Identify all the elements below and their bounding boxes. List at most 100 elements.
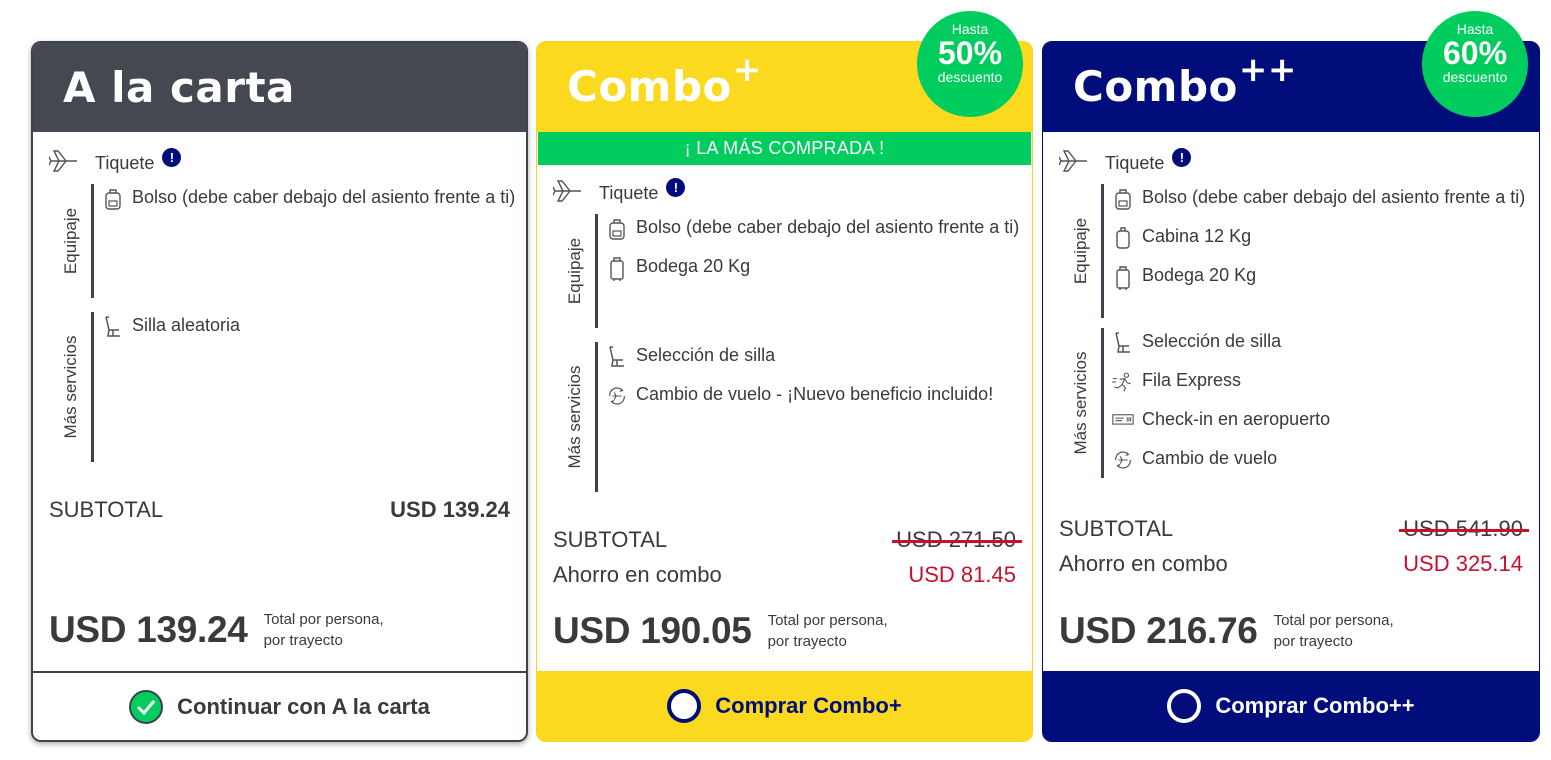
subtotal-row: SUBTOTAL USD 139.24 — [49, 497, 510, 523]
plane-icon — [1058, 148, 1089, 179]
cabin-suitcase-icon — [1112, 226, 1134, 250]
total-price: USD 190.05 — [553, 610, 752, 651]
info-icon[interactable]: ! — [162, 147, 182, 167]
luggage-group: Equipaje Bolso (debe caber debajo del as… — [1061, 184, 1539, 318]
list-item: Bolso (debe caber debajo del asiento fre… — [606, 214, 1019, 241]
info-icon[interactable]: ! — [1172, 147, 1192, 167]
services-group: Más servicios Silla aleatoria — [51, 312, 526, 462]
saving-label: Ahorro en combo — [553, 562, 722, 587]
item-text: Cabina 12 Kg — [1142, 226, 1252, 246]
list-item: Cambio de vuelo — [1112, 445, 1330, 472]
radio-icon[interactable] — [1167, 689, 1202, 723]
list-item: Bolso (debe caber debajo del asiento fre… — [1112, 184, 1525, 211]
subtotal-row: SUBTOTAL USD 271.50 — [553, 527, 1022, 553]
suitcase-icon — [1112, 265, 1134, 291]
item-text: Selección de silla — [636, 345, 776, 365]
luggage-group: Equipaje Bolso (debe caber debajo del as… — [555, 214, 1032, 328]
subtotal-value: USD 139.24 — [390, 497, 510, 522]
list-item: Selección de silla — [606, 342, 993, 369]
total-block: USD 190.05 Total por persona, por trayect… — [553, 610, 888, 652]
list-item: Cambio de vuelo - ¡Nuevo beneficio inclu… — [606, 381, 993, 408]
total-note: Total por persona, por trayecto — [767, 612, 888, 650]
group-label: Más servicios — [1071, 351, 1090, 455]
most-purchased-ribbon: ¡ LA MÁS COMPRADA ! — [538, 132, 1031, 165]
seat-icon — [1112, 331, 1134, 355]
saving-value: USD 325.14 — [1403, 551, 1523, 576]
bag-icon — [102, 187, 124, 211]
buy-combo-plus-plus-button[interactable]: Comprar Combo++ — [1043, 671, 1539, 741]
info-icon[interactable]: ! — [666, 177, 686, 197]
luggage-group: Equipaje Bolso (debe caber debajo del as… — [51, 184, 526, 298]
ticket-row: Tiquete ! — [1058, 147, 1539, 179]
list-item: Cabina 12 Kg — [1112, 223, 1525, 250]
subtotal-label: SUBTOTAL — [49, 497, 164, 522]
button-label: Continuar con A la carta — [177, 693, 430, 719]
item-text: Bodega 20 Kg — [1142, 265, 1257, 285]
saving-label: Ahorro en combo — [1059, 551, 1228, 576]
item-text: Bodega 20 Kg — [636, 256, 751, 276]
group-label: Más servicios — [565, 365, 584, 469]
services-group: Más servicios Selección de silla Fila Ex… — [1061, 328, 1539, 478]
list-item: Fila Express — [1112, 367, 1330, 394]
subtotal-value-struck: USD 271.50 — [892, 527, 1022, 552]
plane-icon — [552, 178, 583, 209]
saving-row: Ahorro en combo USD 81.45 — [553, 562, 1016, 588]
button-label: Comprar Combo+ — [715, 693, 902, 718]
subtotal-row: SUBTOTAL USD 541.90 — [1059, 516, 1529, 542]
group-label: Equipaje — [565, 237, 584, 305]
total-price: USD 216.76 — [1059, 610, 1258, 651]
total-block: USD 139.24 Total por persona, por trayect… — [49, 609, 384, 651]
saving-value: USD 81.45 — [908, 562, 1016, 587]
item-text: Selección de silla — [1142, 331, 1282, 351]
runner-icon — [1112, 370, 1134, 394]
card-header: Combo+ Hasta 50% descuento — [537, 11, 1032, 132]
item-text: Bolso (debe caber debajo del asiento fre… — [132, 187, 516, 207]
total-price: USD 139.24 — [49, 609, 248, 650]
subtotal-value-struck: USD 541.90 — [1399, 516, 1529, 541]
suitcase-icon — [606, 256, 628, 282]
ticket-label: Tiquete — [599, 182, 659, 203]
services-group: Más servicios Selección de silla Cambio … — [555, 342, 1032, 492]
group-label: Más servicios — [61, 335, 80, 439]
plane-icon — [48, 148, 79, 179]
item-text: Silla aleatoria — [132, 315, 241, 335]
buy-combo-plus-button[interactable]: Comprar Combo+ — [537, 671, 1032, 741]
boarding-pass-icon — [1112, 409, 1134, 429]
ticket-row: Tiquete ! — [552, 177, 1032, 209]
flight-change-icon — [606, 384, 628, 408]
bag-icon — [1112, 187, 1134, 211]
discount-badge: Hasta 50% descuento — [917, 11, 1023, 117]
item-text: Check-in en aeropuerto — [1142, 409, 1331, 429]
fare-card-combo-plus: Combo+ Hasta 50% descuento ¡ LA MÁS COMP… — [536, 11, 1033, 742]
group-label: Equipaje — [1071, 217, 1090, 285]
item-text: Bolso (debe caber debajo del asiento fre… — [636, 217, 1020, 237]
item-text: Bolso (debe caber debajo del asiento fre… — [1142, 187, 1526, 207]
list-item: Bodega 20 Kg — [1112, 262, 1525, 291]
card-title: A la carta — [63, 63, 295, 112]
subtotal-label: SUBTOTAL — [1059, 516, 1174, 541]
item-text: Cambio de vuelo - ¡Nuevo beneficio inclu… — [636, 384, 994, 404]
button-label: Comprar Combo++ — [1215, 693, 1415, 718]
list-item: Silla aleatoria — [102, 312, 240, 339]
seat-icon — [102, 315, 124, 339]
radio-icon[interactable] — [667, 689, 702, 723]
item-text: Fila Express — [1142, 370, 1242, 390]
list-item: Bodega 20 Kg — [606, 253, 1019, 282]
bag-icon — [606, 217, 628, 241]
ticket-label: Tiquete — [95, 152, 155, 173]
ticket-label: Tiquete — [1105, 152, 1165, 173]
subtotal-label: SUBTOTAL — [553, 527, 668, 552]
flight-change-icon — [1112, 448, 1134, 472]
card-header: Combo++ Hasta 60% descuento — [1043, 11, 1539, 132]
item-text: Cambio de vuelo — [1142, 448, 1278, 468]
card-header: A la carta — [33, 43, 526, 132]
list-item: Bolso (debe caber debajo del asiento fre… — [102, 184, 515, 211]
ticket-row: Tiquete ! — [48, 147, 526, 179]
fare-card-combo-plus-plus: Combo++ Hasta 60% descuento Tiquete ! Eq… — [1042, 11, 1540, 742]
card-title: Combo++ — [1073, 50, 1297, 111]
check-icon — [129, 689, 164, 724]
fare-card-a-la-carta: A la carta Tiquete ! Equipaje Bolso (deb… — [31, 41, 528, 742]
continue-a-la-carta-button[interactable]: Continuar con A la carta — [33, 671, 526, 740]
card-title: Combo+ — [567, 50, 762, 111]
saving-row: Ahorro en combo USD 325.14 — [1059, 551, 1523, 577]
